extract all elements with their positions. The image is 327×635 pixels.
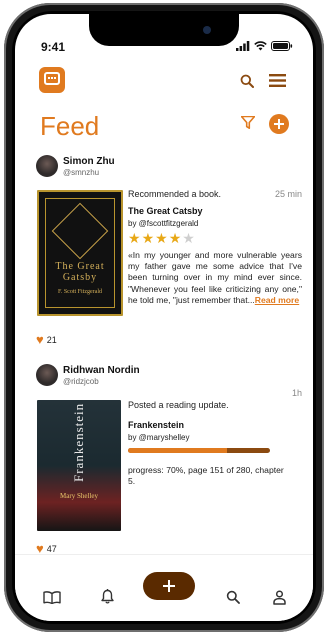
cover-author: Mary Shelley <box>60 492 98 500</box>
read-more-link[interactable]: Read more <box>255 295 299 305</box>
feed-post: Ridhwan Nordin @ridzjcob 1h Frankenstein… <box>36 364 302 555</box>
like-count: 21 <box>46 334 57 345</box>
user-name[interactable]: Simon Zhu <box>63 156 115 167</box>
review-text: «In my younger and more vulnerable years… <box>128 250 302 306</box>
avatar[interactable] <box>36 364 58 386</box>
phone-frame: 9:41 Feed Simon Zhu @smnzhu The Great Ga… <box>4 3 324 632</box>
cover-title: Frankenstein <box>71 402 86 482</box>
post-time: 25 min <box>274 189 302 199</box>
profile-icon[interactable] <box>273 590 286 605</box>
avatar[interactable] <box>36 155 58 177</box>
hamburger-menu-icon[interactable] <box>269 73 286 88</box>
star-icon: ★ <box>155 230 168 246</box>
book-title[interactable]: Frankenstein <box>128 420 184 430</box>
post-time: 1h <box>291 388 302 398</box>
progress-fill <box>128 448 228 453</box>
user-name[interactable]: Ridhwan Nordin <box>63 365 140 376</box>
star-icon: ★ <box>182 230 195 246</box>
likes: ♥ 21 <box>36 333 57 346</box>
post-kind: Recommended a book. <box>128 189 222 199</box>
star-icon: ★ <box>128 230 141 246</box>
star-icon: ★ <box>141 230 155 246</box>
signal-icon <box>236 41 250 51</box>
page-title: Feed <box>40 111 100 141</box>
notch <box>89 14 239 46</box>
wifi-icon <box>254 41 267 51</box>
search-icon[interactable] <box>240 74 254 88</box>
progress-text: progress: 70%, page 151 of 280, chapter … <box>128 465 284 486</box>
add-circle-icon[interactable] <box>269 114 289 134</box>
post-kind: Posted a reading update. <box>128 400 229 410</box>
user-handle: @ridzjcob <box>63 377 99 386</box>
chat-book-logo-icon[interactable] <box>39 67 65 93</box>
tab-bar <box>15 554 313 621</box>
filter-icon[interactable] <box>241 116 255 129</box>
book-author[interactable]: by @fscottfitzgerald <box>128 219 198 228</box>
bell-icon[interactable] <box>101 589 114 604</box>
book-title[interactable]: The Great Catsby <box>128 206 203 216</box>
search-icon[interactable] <box>226 590 240 604</box>
like-count: 47 <box>46 543 57 554</box>
star-icon: ★ <box>168 230 182 246</box>
logo-dots <box>48 77 56 79</box>
app-screen: 9:41 Feed Simon Zhu @smnzhu The Great Ga… <box>15 14 313 621</box>
book-icon[interactable] <box>43 591 61 604</box>
user-handle: @smnzhu <box>63 168 100 177</box>
star-rating: ★ ★ ★ ★ ★ <box>128 231 195 245</box>
book-author[interactable]: by @maryshelley <box>128 433 189 442</box>
book-cover[interactable]: The Great Gatsby F. Scott Fitzgerald <box>37 190 123 316</box>
status-time: 9:41 <box>41 40 66 54</box>
book-cover[interactable]: Frankenstein Mary Shelley <box>37 400 121 531</box>
plus-icon[interactable] <box>143 572 195 600</box>
front-camera <box>203 26 211 34</box>
heart-icon[interactable]: ♥ <box>36 333 44 346</box>
status-icons <box>236 41 293 51</box>
battery-icon <box>271 41 293 51</box>
progress-bar <box>128 448 270 453</box>
feed-post: Simon Zhu @smnzhu The Great Gatsby F. Sc… <box>36 155 302 347</box>
